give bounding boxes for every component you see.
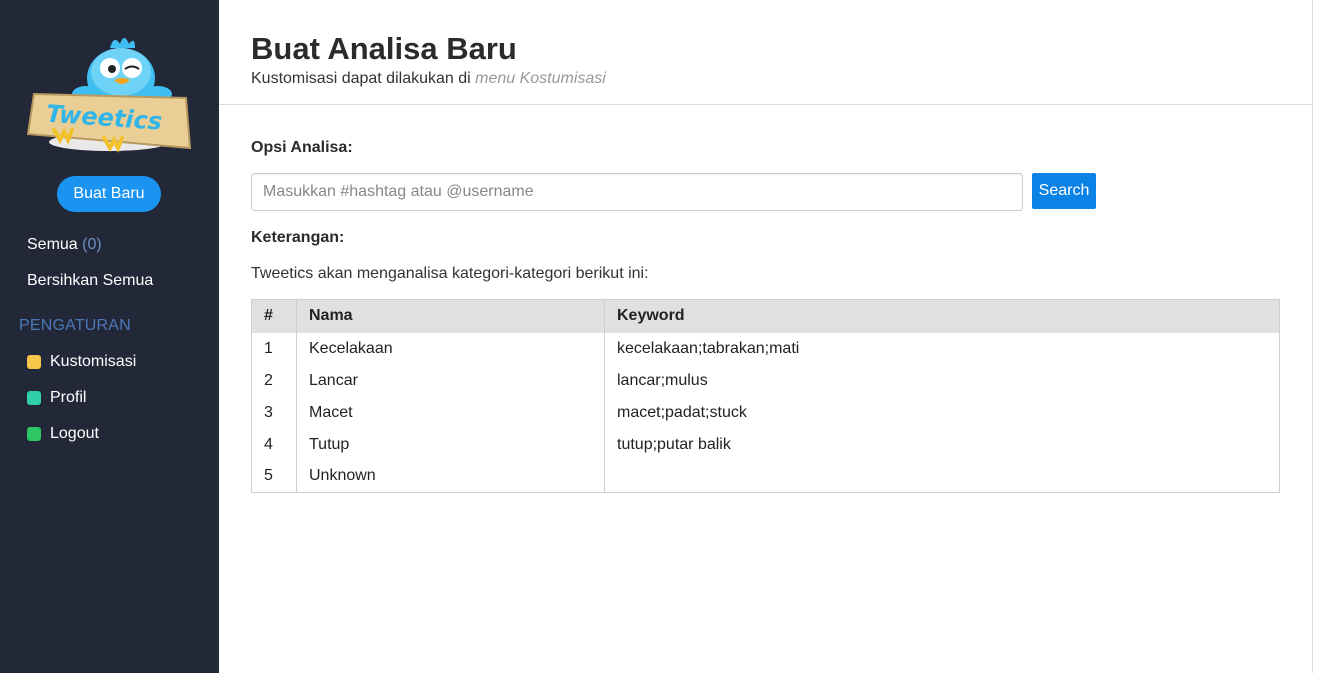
sidebar-item-label: Kustomisasi (50, 353, 137, 370)
customization-menu-link[interactable]: menu Kostumisasi (475, 70, 606, 87)
green-square-icon (27, 427, 41, 441)
tweetics-logo[interactable]: Tweetics (24, 30, 194, 156)
table-row: 3 Macet macet;padat;stuck (251, 396, 1280, 429)
page-header: Buat Analisa Baru Kustomisasi dapat dila… (219, 0, 1313, 105)
page-subtitle: Kustomisasi dapat dilakukan di menu Kost… (251, 70, 606, 88)
sidebar-item-all[interactable]: Semua (0) (27, 236, 102, 254)
row-name: Lancar (296, 364, 605, 397)
new-analysis-button[interactable]: Buat Baru (57, 176, 161, 212)
row-name: Tutup (296, 428, 605, 461)
row-keyword: tutup;putar balik (617, 435, 731, 453)
row-number: 3 (251, 396, 297, 429)
row-number: 5 (251, 460, 297, 493)
column-header-keyword: Keyword (604, 299, 1280, 333)
analysis-options-label: Opsi Analisa: (251, 139, 353, 156)
sidebar-item-clear-all[interactable]: Bersihkan Semua (27, 272, 153, 290)
column-header-name: Nama (296, 299, 605, 333)
row-keyword: macet;padat;stuck (617, 403, 747, 421)
notes-description: Tweetics akan menganalisa kategori-kateg… (251, 265, 649, 282)
row-number: 1 (251, 332, 297, 365)
row-keyword: kecelakaan;tabrakan;mati (617, 339, 800, 357)
row-number: 4 (251, 428, 297, 461)
row-keyword (605, 461, 1280, 493)
column-header-number: # (251, 299, 297, 333)
row-name: Unknown (296, 460, 605, 493)
sidebar-item-profile[interactable]: Profil (27, 389, 86, 407)
sidebar-item-label: Semua (27, 236, 78, 253)
table-row: 4 Tutup tutup;putar balik (251, 428, 1280, 461)
categories-table: # Nama Keyword 1 Kecelakaan kecelakaan;t… (251, 299, 1280, 493)
settings-section-title: PENGATURAN (19, 317, 131, 334)
search-button[interactable]: Search (1032, 173, 1096, 209)
table-row: 2 Lancar lancar;mulus (251, 364, 1280, 397)
row-keyword: lancar;mulus (617, 371, 708, 389)
subtitle-text: Kustomisasi dapat dilakukan di (251, 70, 471, 87)
sidebar-item-label: Profil (50, 389, 87, 406)
row-name: Macet (296, 396, 605, 429)
page-title: Buat Analisa Baru (251, 31, 517, 66)
table-row: 5 Unknown (251, 460, 1280, 493)
sidebar-item-label: Logout (50, 425, 99, 442)
table-row: 1 Kecelakaan kecelakaan;tabrakan;mati (251, 332, 1280, 365)
item-count: (0) (82, 236, 102, 253)
teal-square-icon (27, 391, 41, 405)
row-name: Kecelakaan (296, 332, 605, 365)
search-input[interactable] (251, 173, 1023, 211)
sidebar-item-logout[interactable]: Logout (27, 425, 99, 443)
sidebar: Tweetics Buat Baru Semua (0) Bersihkan S… (0, 0, 219, 673)
yellow-square-icon (27, 355, 41, 369)
notes-label: Keterangan: (251, 229, 345, 246)
sidebar-item-customization[interactable]: Kustomisasi (27, 353, 136, 371)
table-header-row: # Nama Keyword (251, 299, 1280, 333)
sidebar-item-label: Bersihkan Semua (27, 272, 154, 289)
row-number: 2 (251, 364, 297, 397)
main-content: Buat Analisa Baru Kustomisasi dapat dila… (219, 0, 1313, 673)
